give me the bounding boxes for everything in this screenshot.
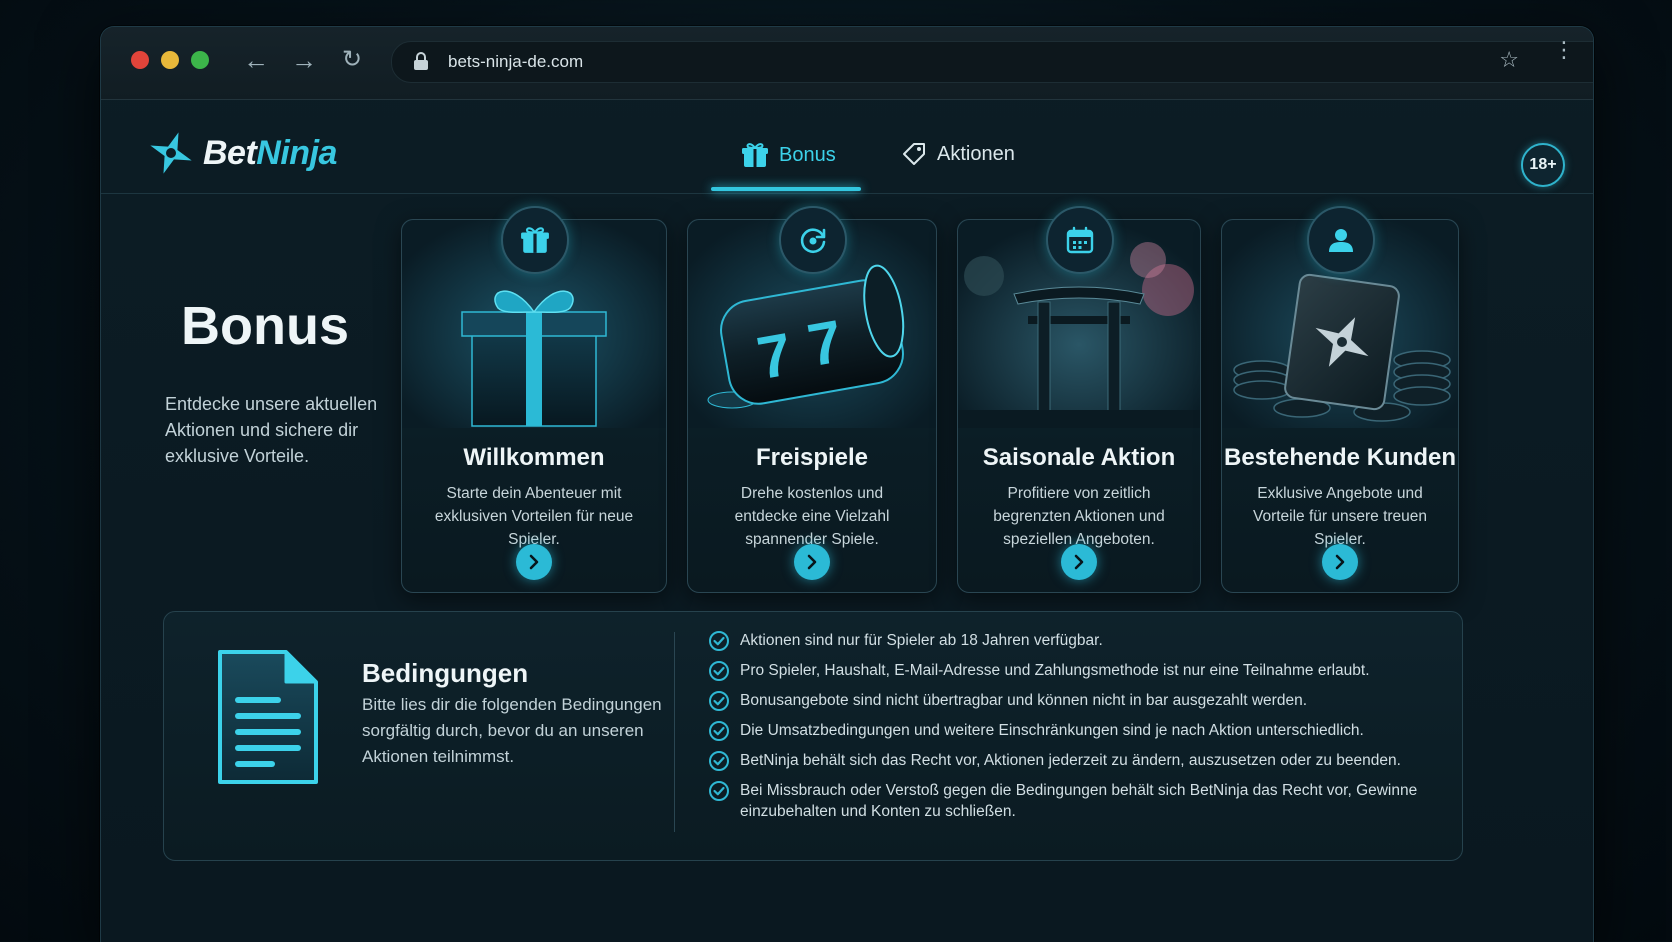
card-badge xyxy=(501,206,569,274)
forward-arrow-icon[interactable]: → xyxy=(289,45,319,75)
tag-icon xyxy=(903,143,925,165)
card-arrow-button[interactable] xyxy=(794,544,830,580)
maximize-window-button[interactable] xyxy=(191,51,209,69)
check-circle-icon xyxy=(709,631,729,651)
age-restriction-badge: 18+ xyxy=(1521,143,1565,187)
card-title: Saisonale Aktion xyxy=(982,444,1176,471)
address-bar[interactable]: bets-ninja-de.com xyxy=(391,41,1593,83)
close-window-button[interactable] xyxy=(131,51,149,69)
card-arrow-button[interactable] xyxy=(1061,544,1097,580)
chevron-right-icon xyxy=(1335,554,1345,570)
tab-aktionen[interactable]: Aktionen xyxy=(901,141,1015,167)
conditions-title: Bedingungen xyxy=(362,658,529,688)
card-arrow-button[interactable] xyxy=(1322,544,1358,580)
list-item: Pro Spieler, Haushalt, E-Mail-Adresse un… xyxy=(708,660,1428,681)
card-description: Starte dein Abenteuer mit exklusiven Vor… xyxy=(434,485,634,548)
conditions-list: Aktionen sind nur für Spieler ab 18 Jahr… xyxy=(708,630,1428,831)
list-item: Bei Missbrauch oder Verstoß gegen die Be… xyxy=(708,780,1428,822)
card-title: Freispiele xyxy=(755,444,869,471)
bonus-card-saisonale-aktion[interactable]: Saisonale Aktion Profitiere von zeitlich… xyxy=(957,206,1201,593)
page-subtitle: Entdecke unsere aktuellen Aktionen und s… xyxy=(165,394,378,466)
user-icon xyxy=(1329,229,1353,252)
browser-toolbar: ← → ↻ bets-ninja-de.com ☆ ⋮ xyxy=(101,27,1593,100)
tab-bonus[interactable]: Bonus xyxy=(741,141,836,169)
brand-name: BetNinja xyxy=(203,133,337,172)
card-badge xyxy=(779,206,847,274)
check-circle-icon xyxy=(709,661,729,681)
calendar-icon xyxy=(1066,226,1094,254)
lock-icon xyxy=(414,52,428,70)
bonus-card-freispiele[interactable]: 7 7 Freispiele Drehe kostenlos und entde… xyxy=(687,206,937,593)
list-item: Die Umsatzbedingungen und weitere Einsch… xyxy=(708,720,1428,741)
tab-aktionen-label: Aktionen xyxy=(937,142,1015,165)
tab-bonus-label: Bonus xyxy=(779,143,836,166)
conditions-subtitle: Bitte lies dir die folgenden Bedingungen… xyxy=(362,695,662,766)
active-tab-indicator xyxy=(711,187,861,191)
url-text: bets-ninja-de.com xyxy=(448,52,584,71)
brand-logo[interactable]: BetNinja xyxy=(147,129,337,177)
list-item: Bonusangebote sind nicht übertragbar und… xyxy=(708,690,1428,711)
card-title: Willkommen xyxy=(463,444,605,471)
reload-icon[interactable]: ↻ xyxy=(337,45,367,75)
card-arrow-button[interactable] xyxy=(516,544,552,580)
spin-icon xyxy=(800,228,826,254)
gift-icon xyxy=(742,143,768,167)
card-description: Drehe kostenlos und entdecke eine Vielza… xyxy=(734,485,890,548)
bonus-card-bestehende-kunden[interactable]: Bestehende Kunden Exklusive Angebote und… xyxy=(1221,206,1459,593)
chevron-right-icon xyxy=(807,554,817,570)
divider xyxy=(674,632,675,832)
card-description: Exklusive Angebote und Vorteile für unse… xyxy=(1252,485,1428,548)
list-item: BetNinja behält sich das Recht vor, Akti… xyxy=(708,750,1428,771)
chevron-right-icon xyxy=(529,554,539,570)
check-circle-icon xyxy=(709,721,729,741)
card-badge xyxy=(1307,206,1375,274)
gift-icon xyxy=(521,227,549,253)
check-circle-icon xyxy=(709,781,729,801)
back-arrow-icon[interactable]: ← xyxy=(241,45,271,75)
check-circle-icon xyxy=(709,691,729,711)
browser-window: ← → ↻ bets-ninja-de.com ☆ ⋮ BetNinja Bon… xyxy=(100,26,1594,942)
minimize-window-button[interactable] xyxy=(161,51,179,69)
check-circle-icon xyxy=(709,751,729,771)
card-title: Bestehende Kunden xyxy=(1223,444,1457,471)
conditions-panel: Bedingungen Bitte lies dir die folgenden… xyxy=(163,611,1463,861)
shuriken-logo-icon xyxy=(150,132,192,174)
site-header: BetNinja Bonus Aktionen 18+ xyxy=(101,99,1593,194)
browser-menu-icon[interactable]: ⋮ xyxy=(1553,39,1575,61)
document-icon xyxy=(218,650,318,784)
bonus-card-willkommen[interactable]: Willkommen Starte dein Abenteuer mit exk… xyxy=(401,206,667,593)
bookmark-star-icon[interactable]: ☆ xyxy=(1499,47,1519,73)
list-item: Aktionen sind nur für Spieler ab 18 Jahr… xyxy=(708,630,1428,651)
card-description: Profitiere von zeitlich begrenzten Aktio… xyxy=(993,485,1165,548)
card-badge xyxy=(1046,206,1114,274)
page-title: Bonus xyxy=(181,296,349,356)
chevron-right-icon xyxy=(1074,554,1084,570)
